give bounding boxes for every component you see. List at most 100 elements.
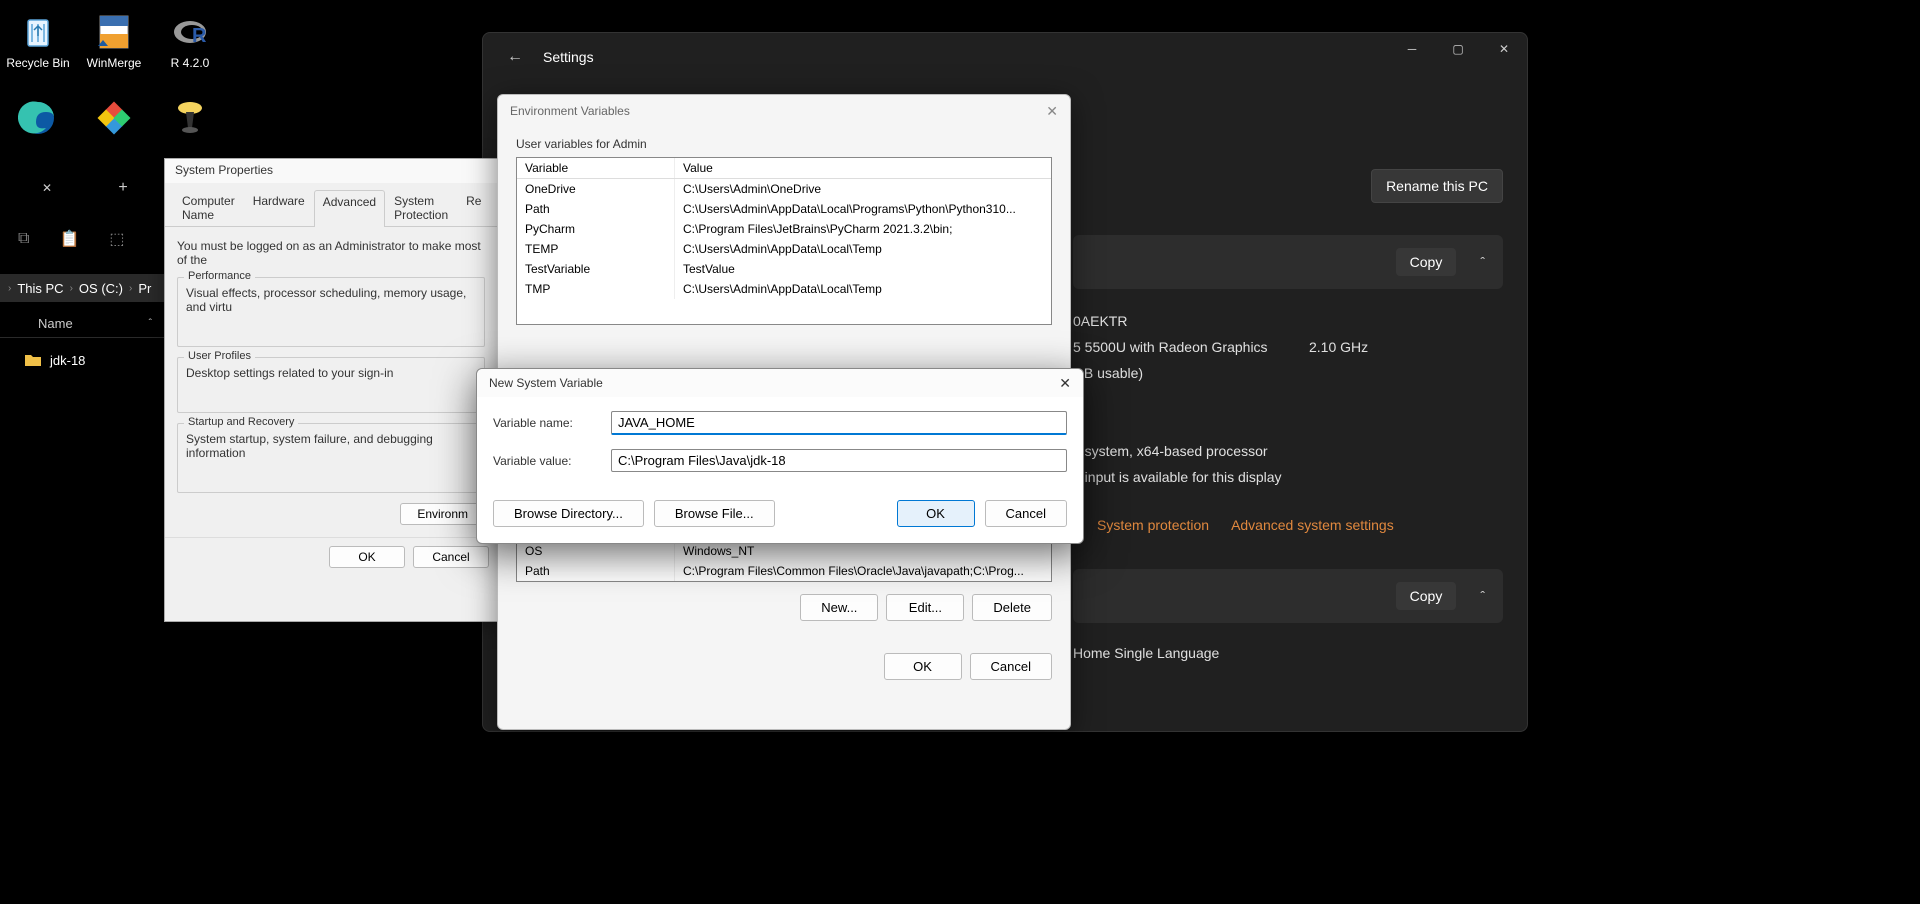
rename-pc-button[interactable]: Rename this PC xyxy=(1371,169,1503,203)
cancel-button[interactable]: Cancel xyxy=(985,500,1067,527)
paste-icon[interactable]: 📋 xyxy=(59,229,79,249)
sysprops-title: System Properties xyxy=(165,159,497,183)
lamp-icon xyxy=(170,98,210,138)
new-tab-button[interactable]: + xyxy=(100,170,146,206)
winmerge-icon xyxy=(94,12,134,52)
chevron-right-icon: › xyxy=(70,283,73,294)
newvar-titlebar: New System Variable ✕ xyxy=(477,369,1083,397)
desktop-icon-r[interactable]: R R 4.2.0 xyxy=(152,8,228,84)
breadcrumb-thispc[interactable]: This PC xyxy=(17,281,63,296)
tab-advanced[interactable]: Advanced xyxy=(314,190,385,227)
window-controls: ─ ▢ ✕ xyxy=(1389,33,1527,65)
back-button[interactable]: ← xyxy=(499,41,531,73)
ok-button[interactable]: OK xyxy=(897,500,975,527)
variable-value-label: Variable value: xyxy=(493,454,611,468)
system-properties-dialog: System Properties Computer Name Hardware… xyxy=(164,158,498,622)
explorer-tab[interactable]: ✕ xyxy=(0,170,94,206)
table-row[interactable]: OSWindows_NT xyxy=(517,541,1051,561)
ai-icon[interactable]: ⬚ xyxy=(109,229,124,249)
envvars-dialog-buttons: OK Cancel xyxy=(498,633,1070,692)
table-row[interactable]: TestVariableTestValue xyxy=(517,259,1051,279)
table-row[interactable]: OneDriveC:\Users\Admin\OneDrive xyxy=(517,179,1051,199)
edition-text: Home Single Language xyxy=(1073,645,1219,661)
new-system-variable-dialog: New System Variable ✕ Variable name: Var… xyxy=(476,368,1084,544)
variable-name-input[interactable] xyxy=(611,411,1067,435)
device-name-text: 0AEKTR xyxy=(1073,313,1127,329)
svg-text:R: R xyxy=(192,25,207,47)
new-button[interactable]: New... xyxy=(800,594,878,621)
system-vars-buttons: New... Edit... Delete xyxy=(498,582,1070,633)
edit-button[interactable]: Edit... xyxy=(886,594,964,621)
user-vars-label: User variables for Admin xyxy=(498,127,1070,157)
cpu-ghz-text: 2.10 GHz xyxy=(1309,339,1368,355)
explorer-toolbar: ⧉ 📋 ⬚ xyxy=(0,218,124,260)
ok-button[interactable]: OK xyxy=(329,546,405,568)
sysprops-tabs: Computer Name Hardware Advanced System P… xyxy=(165,183,497,227)
cancel-button[interactable]: Cancel xyxy=(413,546,489,568)
edge-icon xyxy=(18,98,58,138)
desktop-icon-component[interactable] xyxy=(76,94,152,170)
close-icon[interactable]: ✕ xyxy=(1059,375,1071,392)
performance-group: Performance Visual effects, processor sc… xyxy=(177,277,485,347)
table-header: Variable Value xyxy=(517,158,1051,179)
table-row[interactable]: PyCharmC:\Program Files\JetBrains\PyChar… xyxy=(517,219,1051,239)
copy-button[interactable]: Copy xyxy=(1396,582,1457,610)
cancel-button[interactable]: Cancel xyxy=(970,653,1052,680)
tab-computer-name[interactable]: Computer Name xyxy=(173,189,244,226)
ok-button[interactable]: OK xyxy=(884,653,962,680)
table-row[interactable]: PathC:\Program Files\Common Files\Oracle… xyxy=(517,561,1051,581)
tab-hardware[interactable]: Hardware xyxy=(244,189,314,226)
desktop-icon-recycle-bin[interactable]: Recycle Bin xyxy=(0,8,76,84)
breadcrumb-osc[interactable]: OS (C:) xyxy=(79,281,123,296)
admin-note: You must be logged on as an Administrato… xyxy=(177,239,485,267)
copy-icon[interactable]: ⧉ xyxy=(18,230,29,248)
maximize-button[interactable]: ▢ xyxy=(1435,33,1481,65)
table-row[interactable]: TEMPC:\Users\Admin\AppData\Local\Temp xyxy=(517,239,1051,259)
breadcrumb-chevron-icon: › xyxy=(8,283,11,294)
related-links: System protection Advanced system settin… xyxy=(1097,517,1394,533)
touch-text: h input is available for this display xyxy=(1073,469,1282,485)
tab-close-icon[interactable]: ✕ xyxy=(34,175,60,201)
recycle-bin-icon xyxy=(18,12,58,52)
r-icon: R xyxy=(170,12,210,52)
device-specs-panel[interactable]: Copy ˆ xyxy=(1073,235,1503,289)
close-icon[interactable]: ✕ xyxy=(1046,103,1058,120)
variable-value-input[interactable] xyxy=(611,449,1067,472)
sysprops-buttons: OK Cancel xyxy=(165,537,497,576)
tab-remote[interactable]: Re xyxy=(457,189,490,226)
chevron-up-icon: ˆ xyxy=(1480,588,1485,604)
breadcrumb[interactable]: › This PC › OS (C:) › Pr xyxy=(0,274,164,302)
settings-titlebar: ← Settings xyxy=(483,33,1527,81)
environment-variables-button[interactable]: Environm xyxy=(400,503,485,525)
breadcrumb-pr[interactable]: Pr xyxy=(138,281,151,296)
folder-icon xyxy=(24,353,42,367)
copy-button[interactable]: Copy xyxy=(1396,248,1457,276)
cpu-text: 5 5500U with Radeon Graphics xyxy=(1073,339,1268,355)
chevron-up-icon: ˆ xyxy=(1480,254,1485,270)
close-button[interactable]: ✕ xyxy=(1481,33,1527,65)
link-advanced-system-settings[interactable]: Advanced system settings xyxy=(1231,517,1394,533)
user-profiles-group: User Profiles Desktop settings related t… xyxy=(177,357,485,413)
windows-specs-panel[interactable]: Copy ˆ xyxy=(1073,569,1503,623)
os-type-text: g system, x64-based processor xyxy=(1073,443,1268,459)
envvars-titlebar: Environment Variables ✕ xyxy=(498,95,1070,127)
desktop-icons: Recycle Bin WinMerge R R 4.2.0 xyxy=(0,8,228,170)
startup-recovery-group: Startup and Recovery System startup, sys… xyxy=(177,423,485,493)
table-row[interactable]: PathC:\Users\Admin\AppData\Local\Program… xyxy=(517,199,1051,219)
desktop-icon-edge[interactable] xyxy=(0,94,76,170)
component-icon xyxy=(94,98,134,138)
minimize-button[interactable]: ─ xyxy=(1389,33,1435,65)
link-system-protection[interactable]: System protection xyxy=(1097,517,1209,533)
file-row-jdk18[interactable]: jdk-18 xyxy=(0,346,164,374)
user-vars-table[interactable]: Variable Value OneDriveC:\Users\Admin\On… xyxy=(516,157,1052,325)
browse-file-button[interactable]: Browse File... xyxy=(654,500,775,527)
table-row[interactable]: TMPC:\Users\Admin\AppData\Local\Temp xyxy=(517,279,1051,299)
tab-system-protection[interactable]: System Protection xyxy=(385,189,457,226)
desktop-icon-winmerge[interactable]: WinMerge xyxy=(76,8,152,84)
sort-arrow-icon: ˆ xyxy=(149,318,152,329)
browse-directory-button[interactable]: Browse Directory... xyxy=(493,500,644,527)
delete-button[interactable]: Delete xyxy=(972,594,1052,621)
filelist-header-name[interactable]: Name ˆ xyxy=(0,310,164,338)
variable-name-label: Variable name: xyxy=(493,416,611,430)
chevron-right-icon: › xyxy=(129,283,132,294)
